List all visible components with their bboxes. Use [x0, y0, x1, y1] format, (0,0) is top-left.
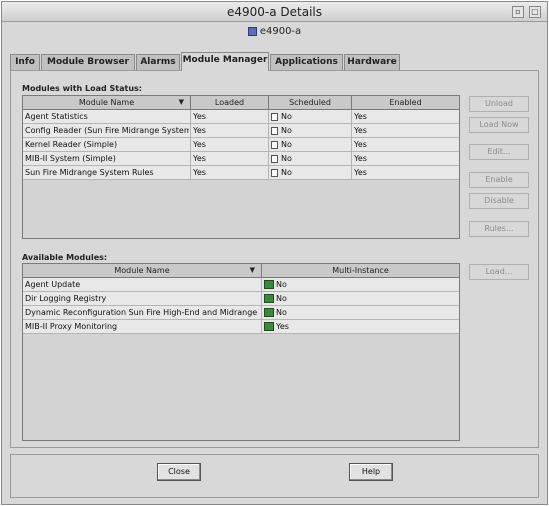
module-name-cell: MIB-II System (Simple): [25, 154, 116, 163]
sort-down-icon: ▼: [178, 98, 184, 106]
unload-button[interactable]: Unload: [469, 96, 529, 112]
tab-alarms[interactable]: Alarms: [136, 54, 180, 70]
table-row[interactable]: Kernel Reader (Simple) Yes No Yes: [23, 138, 459, 152]
schedule-icon: [271, 140, 278, 149]
table-row[interactable]: Agent Update No: [23, 278, 459, 292]
module-name-cell: Config Reader (Sun Fire Midrange Systems…: [25, 126, 189, 135]
loaded-cell: Yes: [193, 154, 206, 163]
multi-instance-cell: No: [262, 278, 457, 292]
column-header-module-name[interactable]: Module Name ▼: [23, 96, 191, 110]
column-header-loaded[interactable]: Loaded: [191, 96, 269, 110]
loaded-modules-header: Module Name ▼ Loaded Scheduled Enabled: [23, 96, 459, 110]
module-name-cell: Dir Logging Registry: [25, 294, 107, 303]
scheduled-cell: No: [269, 110, 351, 124]
tab-hardware[interactable]: Hardware: [344, 54, 400, 70]
table-row[interactable]: Dir Logging Registry No: [23, 292, 459, 306]
maximize-icon[interactable]: ▢: [529, 6, 541, 18]
module-name-cell: MIB-II Proxy Monitoring: [25, 322, 118, 331]
scheduled-cell: No: [269, 138, 351, 152]
scheduled-cell: No: [269, 124, 351, 138]
module-icon: [264, 308, 274, 317]
table-row[interactable]: Sun Fire Midrange System Rules Yes No Ye…: [23, 166, 459, 180]
table-row[interactable]: MIB-II System (Simple) Yes No Yes: [23, 152, 459, 166]
available-modules-label: Available Modules:: [22, 253, 108, 262]
module-icon: [264, 322, 274, 331]
disable-button[interactable]: Disable: [469, 193, 529, 209]
scheduled-cell: No: [269, 152, 351, 166]
multi-instance-cell: No: [262, 292, 457, 306]
module-name-cell: Sun Fire Midrange System Rules: [25, 168, 154, 177]
loaded-cell: Yes: [193, 126, 206, 135]
details-window: e4900-a Details ▫ ▢ e4900-a Info Module …: [1, 1, 548, 505]
tab-applications[interactable]: Applications: [270, 54, 343, 70]
module-name-cell: Dynamic Reconfiguration Sun Fire High-En…: [25, 308, 260, 317]
sort-down-icon: ▼: [249, 266, 255, 274]
enabled-cell: Yes: [354, 140, 367, 149]
table-row[interactable]: MIB-II Proxy Monitoring Yes: [23, 320, 459, 334]
enabled-cell: Yes: [354, 126, 367, 135]
host-name: e4900-a: [259, 26, 302, 37]
column-header-module-name[interactable]: Module Name ▼: [23, 264, 262, 278]
rules-button[interactable]: Rules...: [469, 221, 529, 237]
window-title: e4900-a Details: [226, 5, 323, 19]
module-name-cell: Kernel Reader (Simple): [25, 140, 118, 149]
enabled-cell: Yes: [354, 168, 367, 177]
column-header-multi-instance[interactable]: Multi-Instance: [262, 264, 459, 278]
footer-bar: Close Help: [10, 454, 539, 498]
loaded-cell: Yes: [193, 168, 206, 177]
column-header-enabled[interactable]: Enabled: [352, 96, 459, 110]
table-row[interactable]: Config Reader (Sun Fire Midrange Systems…: [23, 124, 459, 138]
table-row[interactable]: Agent Statistics Yes No Yes: [23, 110, 459, 124]
title-bar[interactable]: e4900-a Details ▫ ▢: [2, 2, 547, 22]
module-icon: [264, 280, 274, 289]
available-modules-header: Module Name ▼ Multi-Instance: [23, 264, 459, 278]
module-name-cell: Agent Statistics: [25, 112, 88, 121]
schedule-icon: [271, 112, 278, 121]
help-button[interactable]: Help: [349, 463, 393, 481]
enable-button[interactable]: Enable: [469, 172, 529, 188]
schedule-icon: [271, 168, 278, 177]
load-button[interactable]: Load...: [469, 264, 529, 280]
loaded-modules-table[interactable]: Module Name ▼ Loaded Scheduled Enabled A…: [22, 95, 460, 239]
table-row[interactable]: Dynamic Reconfiguration Sun Fire High-En…: [23, 306, 459, 320]
edit-button[interactable]: Edit...: [469, 144, 529, 160]
enabled-cell: Yes: [354, 112, 367, 121]
multi-instance-cell: No: [262, 306, 457, 320]
loaded-cell: Yes: [193, 140, 206, 149]
host-icon: [247, 26, 257, 36]
tab-module-browser[interactable]: Module Browser: [41, 54, 135, 70]
module-name-cell: Agent Update: [25, 280, 81, 289]
enabled-cell: Yes: [354, 154, 367, 163]
tab-module-manager[interactable]: Module Manager: [181, 52, 269, 71]
load-now-button[interactable]: Load Now: [469, 117, 529, 133]
minimize-icon[interactable]: ▫: [512, 6, 524, 18]
loaded-cell: Yes: [193, 112, 206, 121]
module-icon: [264, 294, 274, 303]
schedule-icon: [271, 126, 278, 135]
close-button[interactable]: Close: [157, 463, 201, 481]
tab-info[interactable]: Info: [10, 54, 40, 70]
loaded-modules-label: Modules with Load Status:: [22, 84, 142, 93]
scheduled-cell: No: [269, 166, 351, 180]
host-header: e4900-a: [2, 23, 547, 41]
multi-instance-cell: Yes: [262, 320, 457, 334]
available-modules-table[interactable]: Module Name ▼ Multi-Instance Agent Updat…: [22, 263, 460, 441]
column-header-scheduled[interactable]: Scheduled: [269, 96, 352, 110]
schedule-icon: [271, 154, 278, 163]
